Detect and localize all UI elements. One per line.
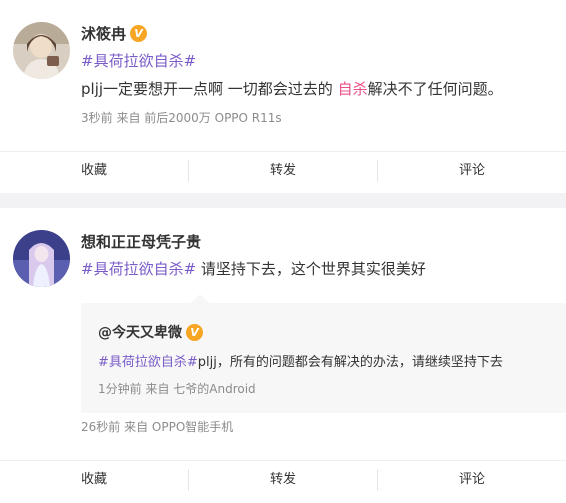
- post-meta: 3秒前 来自 前后2000万 OPPO R11s: [81, 111, 282, 125]
- original-meta: 1分钟前 来自 七爷的Android: [98, 382, 256, 396]
- original-username-text[interactable]: @今天又卑微: [98, 322, 182, 342]
- username-text[interactable]: 沭筱冉: [81, 23, 126, 44]
- post-text: pljj一定要想开一点啊 一切都会过去的 自杀解决不了任何问题。: [81, 78, 503, 100]
- original-text-part: pljj，所有的问题都会有解决的办法，请继续坚持下去: [197, 355, 503, 370]
- weibo-post: 想和正正母凭子贵 #具荷拉欲自杀# 请坚持下去，这个世界其实很美好 @今天又卑微…: [0, 208, 566, 503]
- favorite-button[interactable]: 收藏: [0, 469, 188, 491]
- original-text: #具荷拉欲自杀#pljj，所有的问题都会有解决的办法，请继续坚持下去: [98, 351, 503, 370]
- post-text-part: 请坚持下去，这个世界其实很美好: [196, 260, 426, 278]
- weibo-post: 沭筱冉 V #具荷拉欲自杀# pljj一定要想开一点啊 一切都会过去的 自杀解决…: [0, 0, 566, 193]
- hashtag-link[interactable]: #具荷拉欲自杀#: [81, 52, 196, 70]
- favorite-button[interactable]: 收藏: [0, 160, 188, 182]
- action-bar: 收藏 转发 评论: [0, 151, 566, 189]
- comment-button[interactable]: 评论: [377, 468, 566, 491]
- hashtag-link[interactable]: #具荷拉欲自杀#: [98, 355, 198, 370]
- repost-button[interactable]: 转发: [188, 159, 377, 182]
- post-text-part: pljj一定要想开一点啊 一切都会过去的: [81, 80, 338, 98]
- hashtag-link[interactable]: #具荷拉欲自杀#: [81, 260, 196, 278]
- quote-pointer: [191, 294, 209, 303]
- username[interactable]: 沭筱冉 V: [81, 23, 148, 44]
- username-text[interactable]: 想和正正母凭子贵: [81, 231, 201, 252]
- post-text-part: 解决不了任何问题。: [367, 80, 503, 98]
- verified-badge-icon: V: [130, 25, 148, 42]
- avatar[interactable]: [13, 230, 70, 287]
- action-bar: 收藏 转发 评论: [0, 460, 566, 498]
- post-separator: [0, 193, 566, 208]
- comment-button[interactable]: 评论: [377, 159, 566, 182]
- original-username[interactable]: @今天又卑微 V: [98, 322, 203, 342]
- post-meta: 26秒前 来自 OPPO智能手机: [81, 420, 234, 434]
- username[interactable]: 想和正正母凭子贵: [81, 231, 201, 252]
- repost-button[interactable]: 转发: [188, 468, 377, 491]
- verified-badge-icon: V: [186, 323, 203, 341]
- reposted-original[interactable]: @今天又卑微 V #具荷拉欲自杀#pljj，所有的问题都会有解决的办法，请继续坚…: [81, 294, 566, 413]
- keyword-link[interactable]: 自杀: [338, 80, 368, 98]
- post-text: #具荷拉欲自杀# 请坚持下去，这个世界其实很美好: [81, 258, 426, 280]
- avatar[interactable]: [13, 22, 70, 79]
- hashtag-line: #具荷拉欲自杀#: [81, 50, 196, 72]
